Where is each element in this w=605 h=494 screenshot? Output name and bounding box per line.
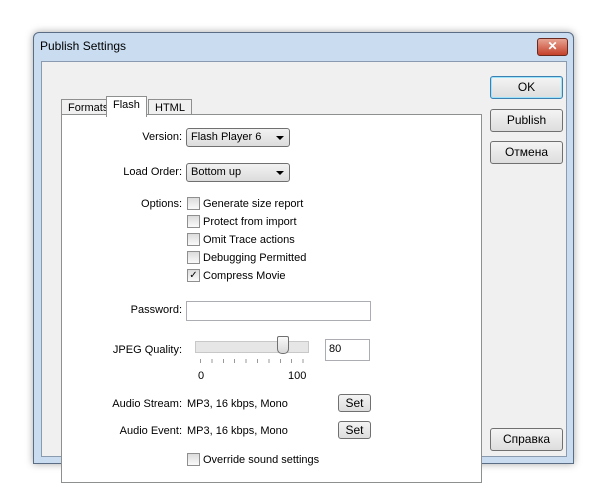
option-protect-from-import[interactable]: Protect from import — [187, 215, 297, 228]
option-generate-size-report[interactable]: Generate size report — [187, 197, 303, 210]
slider-ticks — [200, 359, 304, 363]
audio-stream-value: MP3, 16 kbps, Mono — [187, 398, 288, 410]
jpeg-quality-slider-thumb[interactable] — [277, 336, 289, 354]
chevron-down-icon — [276, 171, 284, 175]
version-label: Version: — [142, 131, 182, 143]
password-label: Password: — [130, 304, 182, 316]
option-omit-trace[interactable]: Omit Trace actions — [187, 233, 295, 246]
jpeg-min-label: 0 — [198, 370, 205, 382]
flash-panel: Version: Flash Player 6 Load Order: Bott… — [61, 114, 482, 483]
checkbox[interactable] — [187, 197, 200, 210]
checkbox[interactable] — [187, 251, 200, 264]
ok-button[interactable]: OK — [490, 76, 563, 99]
load-order-select[interactable]: Bottom up — [186, 163, 290, 182]
checkbox[interactable] — [187, 233, 200, 246]
jpeg-quality-slider-track[interactable] — [195, 341, 309, 353]
option-label: Generate size report — [203, 197, 304, 210]
chevron-down-icon — [276, 136, 284, 140]
jpeg-quality-label: JPEG Quality: — [112, 344, 182, 356]
option-label: Override sound settings — [203, 453, 320, 466]
jpeg-quality-input[interactable]: 80 — [325, 339, 370, 361]
password-input[interactable] — [186, 301, 371, 321]
help-button[interactable]: Справка — [490, 428, 563, 451]
load-order-value: Bottom up — [191, 166, 242, 178]
version-select[interactable]: Flash Player 6 — [186, 128, 290, 147]
override-sound-settings[interactable]: Override sound settings — [187, 453, 319, 466]
cancel-button[interactable]: Отмена — [490, 141, 563, 164]
option-label: Debugging Permitted — [203, 251, 307, 264]
option-debugging-permitted[interactable]: Debugging Permitted — [187, 251, 306, 264]
window-title: Publish Settings — [40, 39, 127, 53]
load-order-label: Load Order: — [123, 166, 182, 178]
audio-event-set-button[interactable]: Set — [338, 421, 371, 439]
option-label: Omit Trace actions — [203, 233, 295, 246]
version-value: Flash Player 6 — [191, 131, 262, 143]
checkbox-checked[interactable]: ✓ — [187, 269, 200, 282]
checkbox[interactable] — [187, 453, 200, 466]
audio-stream-label: Audio Stream: — [112, 398, 182, 410]
audio-event-value: MP3, 16 kbps, Mono — [187, 425, 288, 437]
close-button[interactable]: ✕ — [537, 38, 568, 56]
dialog-body: Formats Flash HTML Version: Flash Player… — [41, 61, 567, 483]
tab-flash[interactable]: Flash — [106, 96, 147, 117]
option-label: Compress Movie — [203, 269, 286, 282]
audio-event-label: Audio Event: — [119, 425, 182, 437]
publish-button[interactable]: Publish — [490, 109, 563, 132]
option-label: Protect from import — [203, 215, 297, 228]
options-label: Options: — [141, 198, 182, 210]
audio-stream-set-button[interactable]: Set — [338, 394, 371, 412]
option-compress-movie[interactable]: ✓ Compress Movie — [187, 269, 286, 282]
checkbox[interactable] — [187, 215, 200, 228]
publish-settings-dialog: Publish Settings ✕ Formats Flash HTML Ve… — [33, 32, 574, 483]
jpeg-max-label: 100 — [288, 370, 307, 382]
